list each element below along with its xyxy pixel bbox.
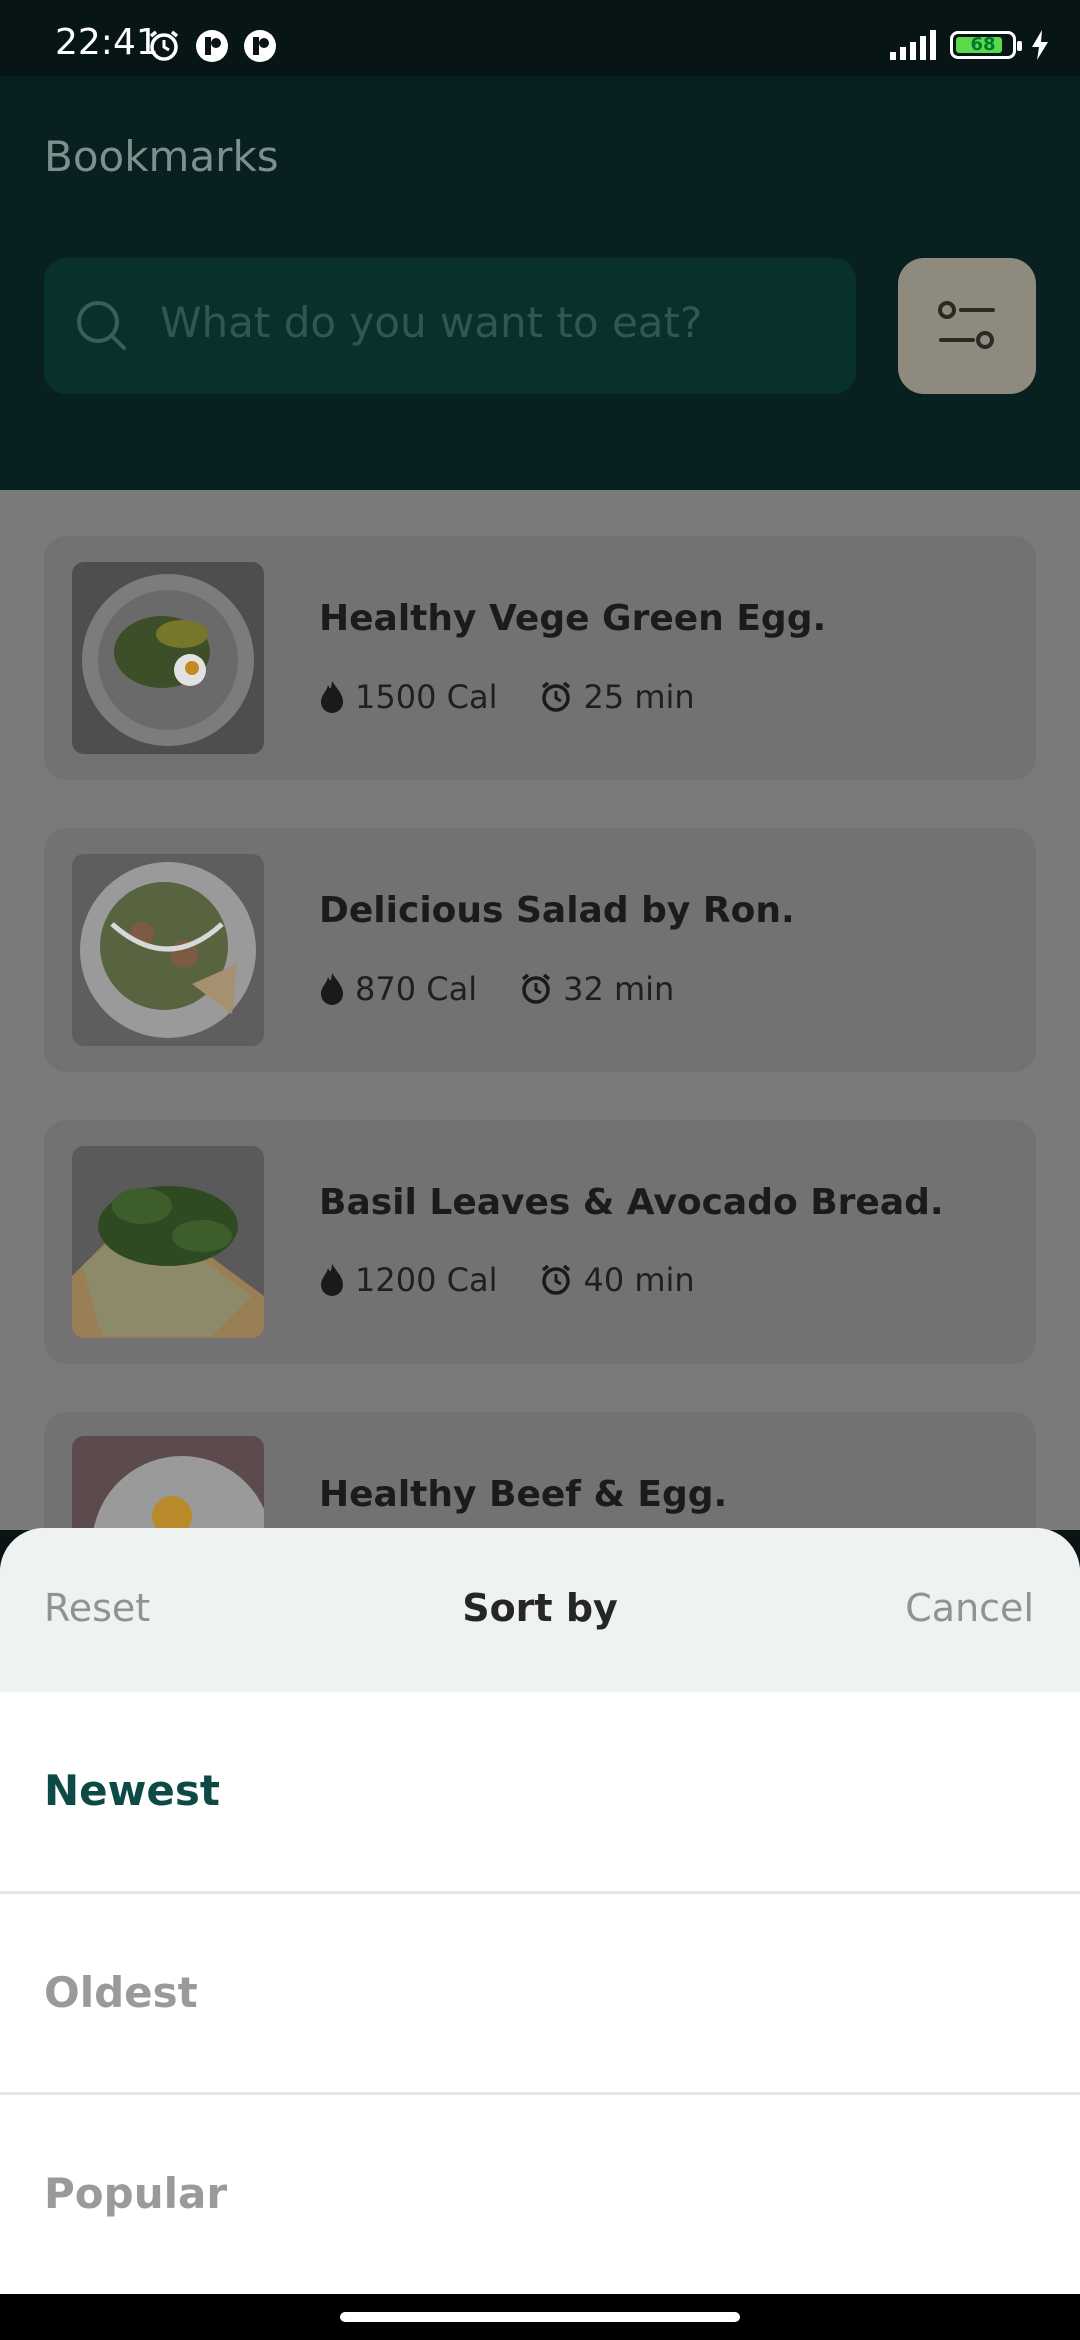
recipe-meta: 870 Cal 32 min xyxy=(319,970,674,1008)
recipe-meta: 1200 Cal 40 min xyxy=(319,1261,695,1299)
search-placeholder: What do you want to eat? xyxy=(160,298,703,347)
recipe-image xyxy=(72,562,264,754)
battery-icon: 68 xyxy=(950,31,1022,59)
timer-icon xyxy=(522,973,551,1004)
sort-option-label: Popular xyxy=(44,2169,228,2218)
cancel-button[interactable]: Cancel xyxy=(905,1586,1034,1630)
battery-level: 68 xyxy=(970,34,996,55)
recipe-calories: 1200 Cal xyxy=(355,1261,498,1299)
signal-icon xyxy=(890,30,936,60)
sort-option-label: Newest xyxy=(44,1766,220,1815)
recipe-title: Healthy Beef & Egg. xyxy=(319,1474,728,1515)
page-title: Bookmarks xyxy=(44,132,279,181)
sort-option-newest[interactable]: Newest xyxy=(0,1692,1080,1892)
filter-button[interactable] xyxy=(898,258,1036,394)
recipe-image xyxy=(72,1146,264,1338)
timer-icon xyxy=(542,1264,571,1295)
reset-button[interactable]: Reset xyxy=(44,1586,150,1630)
sort-option-oldest[interactable]: Oldest xyxy=(0,1894,1080,2094)
sort-sheet: Sort by Reset Cancel Newest Oldest Popul… xyxy=(0,1528,1080,2340)
recipe-title: Delicious Salad by Ron. xyxy=(319,890,795,931)
sort-option-label: Oldest xyxy=(44,1968,198,2017)
filter-icon xyxy=(938,301,995,349)
calories-icon xyxy=(321,1264,343,1296)
recipe-title: Basil Leaves & Avocado Bread. xyxy=(319,1182,944,1223)
calories-icon xyxy=(321,681,343,713)
home-indicator[interactable] xyxy=(340,2312,740,2322)
status-time: 22:41 xyxy=(55,22,159,63)
search-icon xyxy=(77,301,126,350)
calories-icon xyxy=(321,973,343,1005)
recipe-title: Healthy Vege Green Egg. xyxy=(319,598,827,639)
app-notification-icon xyxy=(196,30,228,62)
recipe-time: 32 min xyxy=(563,970,675,1008)
status-icons-right: 68 xyxy=(890,30,1050,60)
charging-icon xyxy=(1032,30,1048,60)
recipe-image xyxy=(72,854,264,1046)
recipe-time: 25 min xyxy=(583,678,695,716)
recipe-meta: 1500 Cal 25 min xyxy=(319,678,695,716)
status-icons-left xyxy=(146,28,278,64)
alarm-icon xyxy=(149,30,179,61)
sort-option-popular[interactable]: Popular xyxy=(0,2095,1080,2295)
recipe-calories: 870 Cal xyxy=(355,970,478,1008)
app-notification-icon-2 xyxy=(244,30,276,62)
timer-icon xyxy=(542,681,571,712)
recipe-time: 40 min xyxy=(583,1261,695,1299)
recipe-calories: 1500 Cal xyxy=(355,678,498,716)
